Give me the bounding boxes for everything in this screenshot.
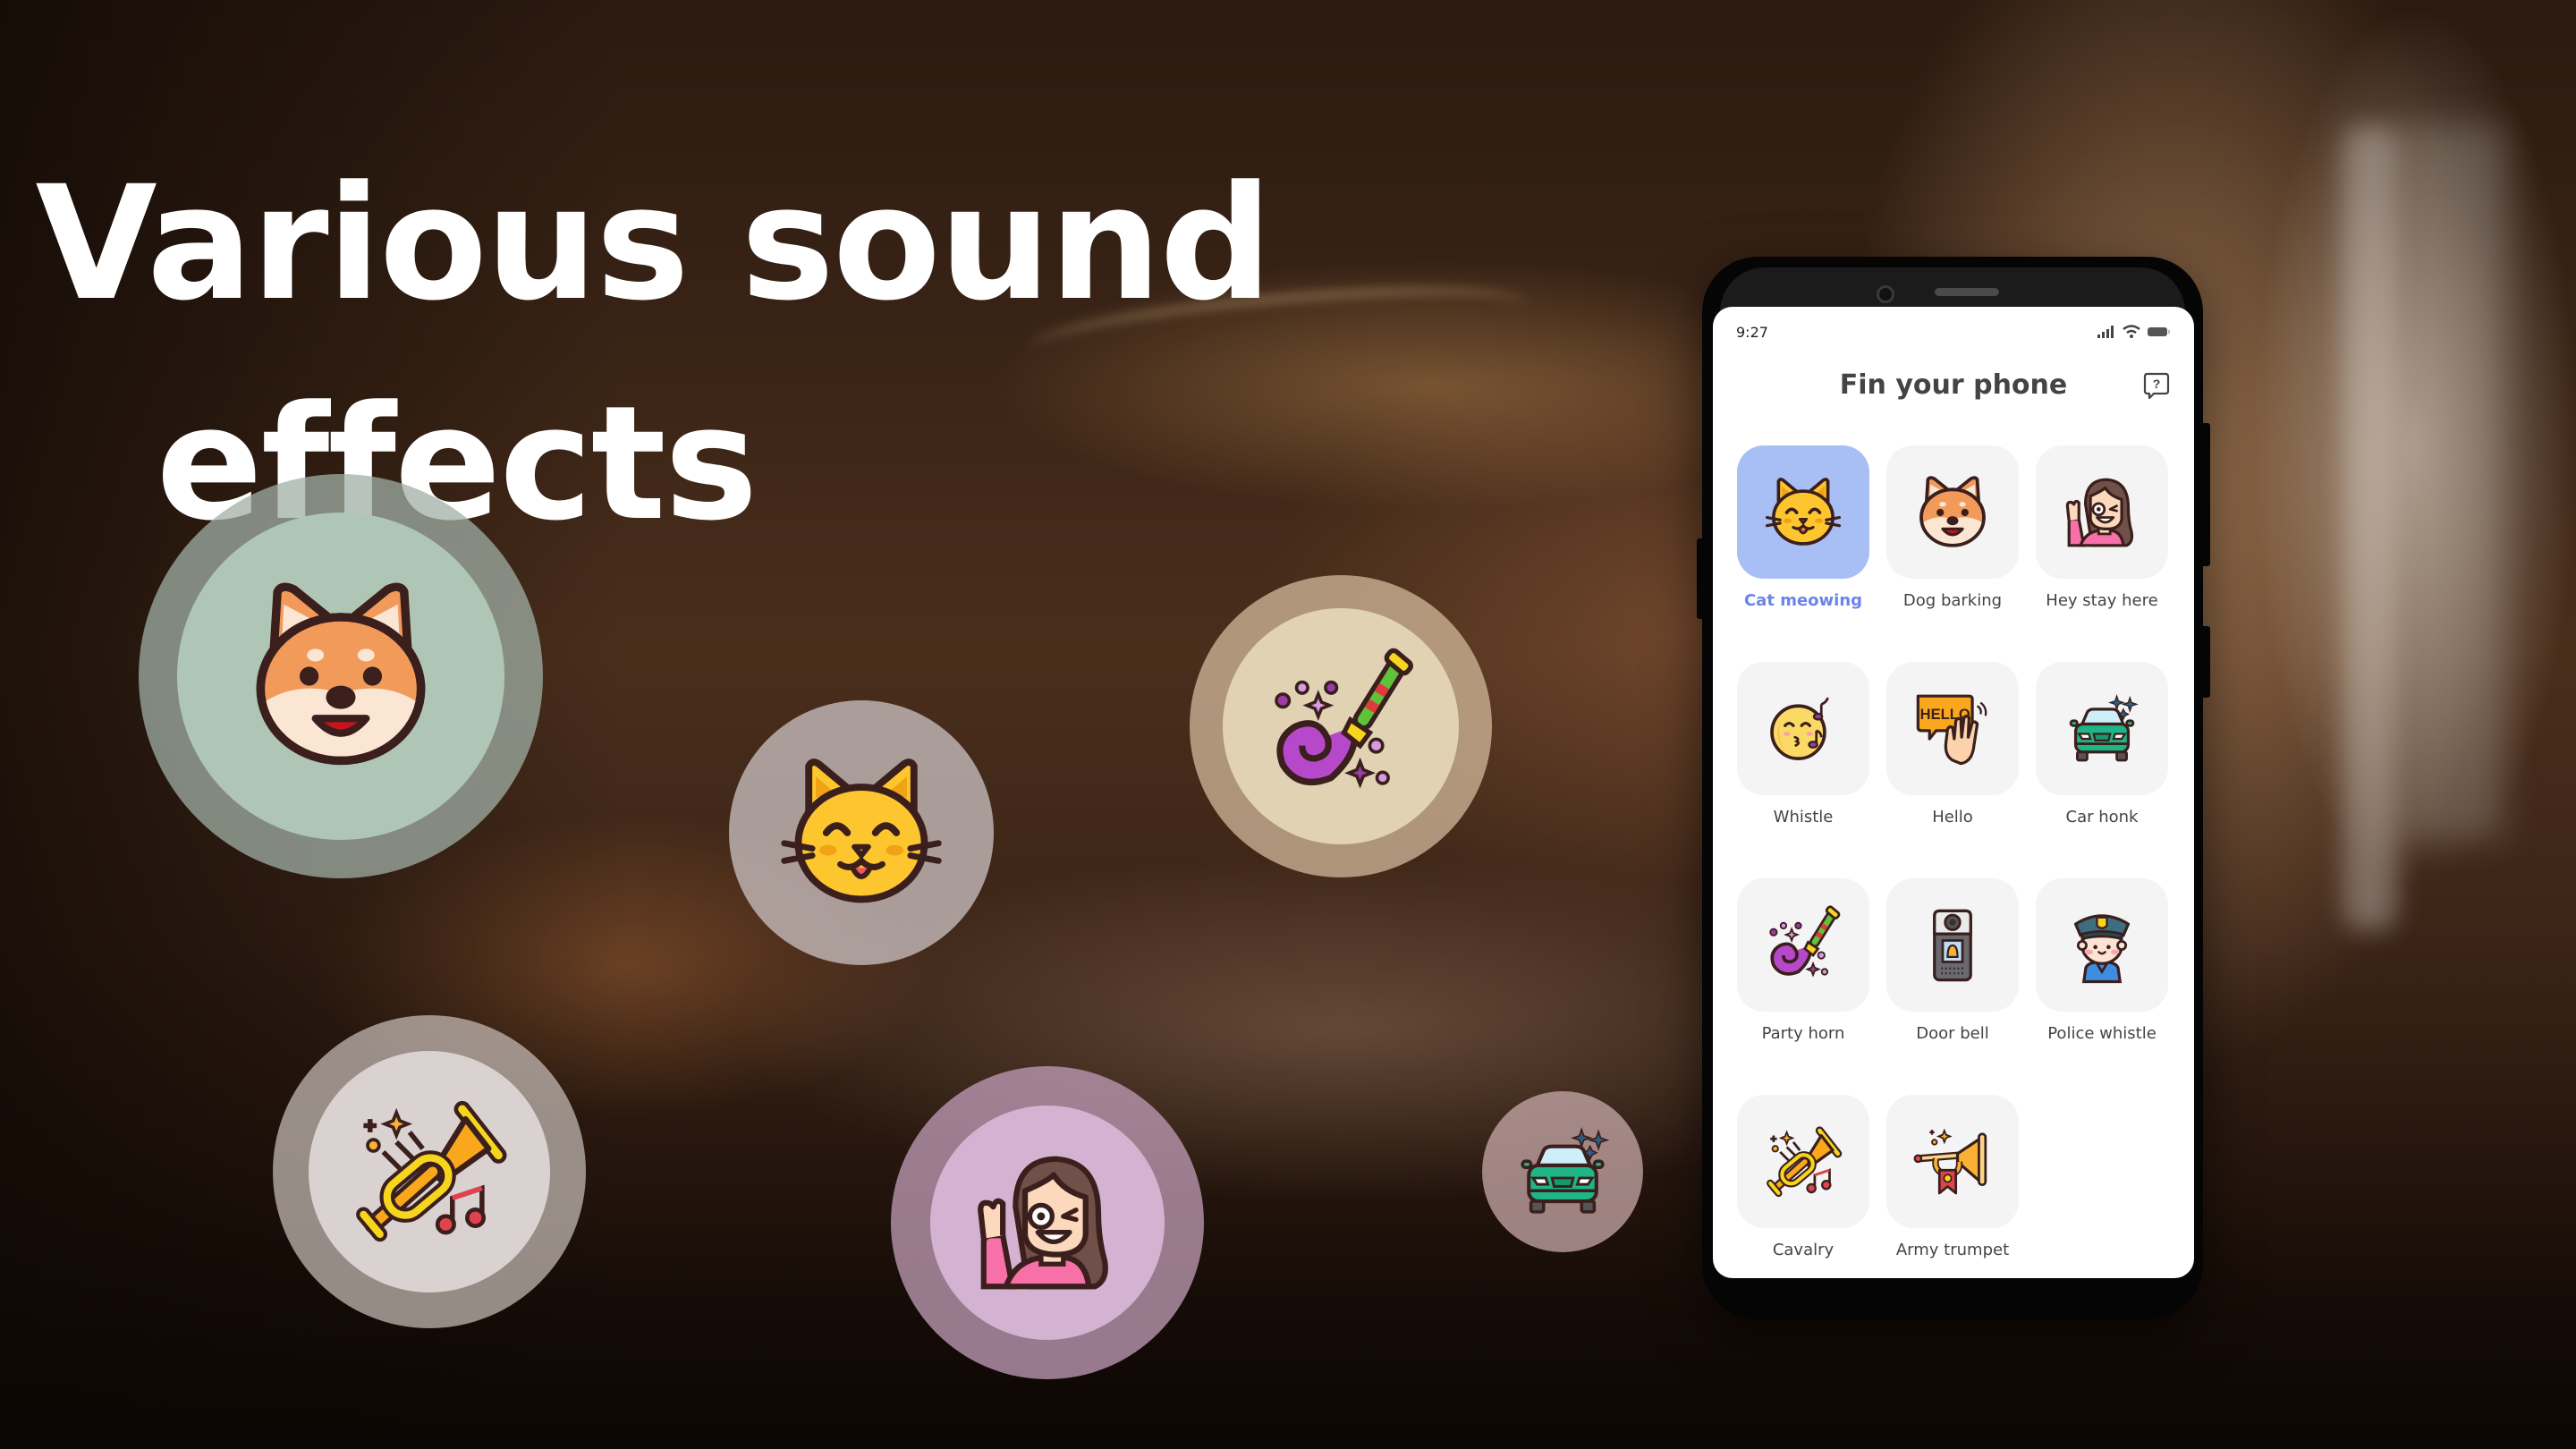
sound-label: Door bell — [1916, 1024, 1989, 1043]
window-pane — [2397, 125, 2504, 841]
sound-item-cat-meowing[interactable]: Cat meowing — [1737, 445, 1869, 610]
sound-item-army-trumpet[interactable]: Army trumpet — [1886, 1095, 2019, 1259]
sound-label: Cat meowing — [1743, 591, 1863, 610]
sound-tile[interactable] — [2036, 445, 2168, 579]
status-time: 9:27 — [1736, 323, 1768, 341]
sound-label: Whistle — [1773, 808, 1834, 826]
sound-item-door-bell[interactable]: Door bell — [1886, 878, 2019, 1043]
sound-label: Cavalry — [1772, 1241, 1835, 1259]
hello-hand-icon — [1911, 688, 1994, 770]
sound-tile[interactable] — [1886, 878, 2019, 1012]
phone-volume-button — [2201, 423, 2210, 566]
sound-item-car-honk[interactable]: Car honk — [2036, 662, 2168, 826]
sound-tile[interactable] — [1737, 878, 1869, 1012]
sound-label: Party horn — [1761, 1024, 1845, 1043]
signal-icon — [2097, 326, 2114, 338]
battery-icon — [2148, 327, 2170, 336]
bubble-party-horn — [1190, 575, 1492, 877]
car-icon — [2061, 688, 2143, 770]
bubble-trumpet — [273, 1015, 586, 1328]
bubble-dog — [139, 474, 543, 878]
phone-screen: 9:27 Fin your phone ? Cat meowing Dog ba… — [1713, 307, 2194, 1278]
sound-tile[interactable] — [2036, 878, 2168, 1012]
sound-tile[interactable] — [1737, 445, 1869, 579]
svg-text:?: ? — [2153, 377, 2161, 391]
waving-girl-icon — [968, 1143, 1127, 1302]
trumpet-icon — [1762, 1121, 1844, 1203]
sound-label: Hey stay here — [2046, 591, 2158, 610]
bubble-cat — [729, 700, 994, 965]
headline-line-1: Various sound — [35, 152, 1273, 335]
whistle-face-icon — [1762, 688, 1844, 770]
sound-tile[interactable] — [1737, 662, 1869, 795]
cat-icon — [1762, 471, 1844, 554]
status-bar: 9:27 — [1736, 321, 2171, 343]
car-icon — [1510, 1119, 1615, 1224]
wifi-icon — [2123, 325, 2140, 338]
party-horn-icon — [1260, 646, 1421, 807]
app-title: Fin your phone — [1839, 369, 2068, 401]
sound-tile[interactable] — [1886, 445, 2019, 579]
sound-item-cavalry[interactable]: Cavalry — [1737, 1095, 1869, 1259]
party-horn-icon — [1762, 904, 1844, 987]
sound-label: Hello — [1932, 808, 1973, 826]
phone-mockup: 9:27 Fin your phone ? Cat meowing Dog ba… — [1697, 257, 2210, 1319]
front-camera — [1877, 285, 1894, 303]
phone-power-button — [2201, 626, 2210, 698]
sound-grid: Cat meowing Dog barking Hey stay here Wh… — [1737, 445, 2170, 1259]
waving-girl-icon — [2061, 471, 2143, 554]
sound-item-party-horn[interactable]: Party horn — [1737, 878, 1869, 1043]
trumpet-icon — [347, 1089, 512, 1254]
help-chat-icon[interactable]: ? — [2142, 371, 2171, 400]
door-bell-icon — [1911, 904, 1994, 987]
sound-item-hey-stay-here[interactable]: Hey stay here — [2036, 445, 2168, 610]
sound-item-hello[interactable]: Hello — [1886, 662, 2019, 826]
dog-icon — [235, 571, 446, 782]
sound-label: Car honk — [2065, 808, 2139, 826]
sound-tile[interactable] — [1737, 1095, 1869, 1228]
window-light — [2343, 125, 2397, 930]
police-icon — [2061, 904, 2143, 987]
bubble-car — [1482, 1091, 1643, 1252]
sound-label: Dog barking — [1902, 591, 2003, 610]
sound-item-police-whistle[interactable]: Police whistle — [2036, 878, 2168, 1043]
sound-item-whistle[interactable]: Whistle — [1737, 662, 1869, 826]
phone-left-button — [1697, 538, 1704, 619]
sound-item-dog-barking[interactable]: Dog barking — [1886, 445, 2019, 610]
cat-icon — [774, 745, 949, 920]
dog-icon — [1911, 471, 1994, 554]
bubble-girl — [891, 1066, 1204, 1379]
sound-tile[interactable] — [2036, 662, 2168, 795]
sound-label: Army trumpet — [1895, 1241, 2010, 1259]
earpiece-speaker — [1935, 288, 1999, 296]
sound-tile[interactable] — [1886, 662, 2019, 795]
sound-label: Police whistle — [2047, 1024, 2157, 1043]
sound-tile[interactable] — [1886, 1095, 2019, 1228]
army-trumpet-icon — [1911, 1121, 1994, 1203]
